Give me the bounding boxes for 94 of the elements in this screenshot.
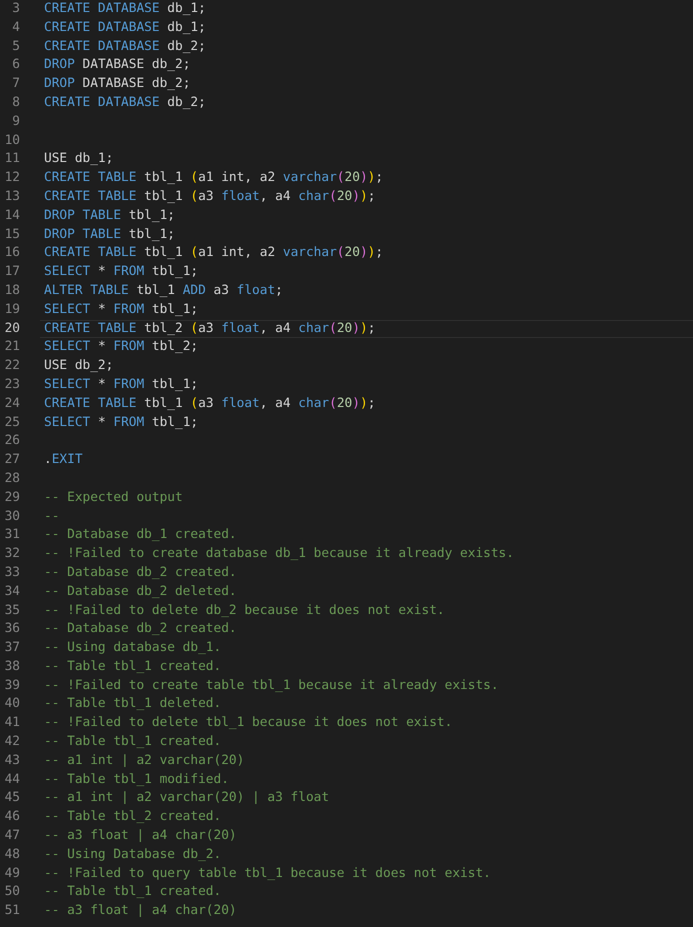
code-line: CREATE TABLE tbl_1 (a1 int, a2 varchar(20));: [43, 169, 384, 188]
code-line: -- Expected output: [43, 488, 184, 507]
code-line: -- Using database db_1.: [43, 639, 222, 658]
code-line: -- Database db_2 deleted.: [43, 582, 238, 601]
line-number: 4: [11, 18, 20, 37]
code-line: -- a3 float | a4 char(20): [43, 902, 238, 920]
code-line: CREATE DATABASE db_1;: [43, 0, 207, 18]
line-number: 9: [11, 112, 20, 131]
line-number: 10: [4, 132, 20, 150]
line-number: 7: [11, 75, 20, 94]
code-line: CREATE DATABASE db_2;: [43, 38, 207, 56]
line-number: 8: [11, 94, 20, 112]
code-line: -- !Failed to query table tbl_1 because it does not exist.: [43, 864, 492, 883]
code-line: USE db_1;: [43, 150, 114, 168]
line-number: 30: [4, 508, 20, 526]
line-number: 26: [4, 432, 20, 450]
line-number: 6: [11, 56, 20, 74]
code-line: SELECT * FROM tbl_1;: [43, 414, 200, 432]
code-line: -- a3 float | a4 char(20): [43, 827, 238, 846]
line-number: 47: [4, 827, 20, 846]
line-number: 20: [4, 320, 20, 338]
code-line: CREATE TABLE tbl_1 (a3 float, a4 char(20));: [43, 394, 376, 413]
line-number: 15: [4, 226, 20, 244]
code-line: -- Database db_2 created.: [43, 620, 238, 638]
code-line: DROP TABLE tbl_1;: [43, 206, 176, 225]
line-number: 25: [4, 414, 20, 432]
line-number: 24: [4, 394, 20, 413]
line-number: 19: [4, 300, 20, 319]
code-line: CREATE TABLE tbl_1 (a3 float, a4 char(20));: [43, 188, 376, 206]
line-number: 39: [4, 676, 20, 695]
code-line: SELECT * FROM tbl_2;: [43, 338, 200, 356]
line-number: 28: [4, 470, 20, 488]
line-number: 33: [4, 564, 20, 582]
line-number: 31: [4, 526, 20, 544]
line-number: 5: [11, 38, 20, 56]
line-number: 14: [4, 206, 20, 225]
code-line: SELECT * FROM tbl_1;: [43, 376, 200, 394]
code-line: SELECT * FROM tbl_1;: [43, 300, 200, 319]
line-number: 46: [4, 808, 20, 826]
line-number: 41: [4, 714, 20, 732]
line-number: 3: [11, 0, 20, 18]
line-number: 36: [4, 620, 20, 638]
code-line: DROP TABLE tbl_1;: [43, 226, 176, 244]
code-line: -- Table tbl_1 created.: [43, 733, 222, 752]
code-line: CREATE TABLE tbl_2 (a3 float, a4 char(20));: [40, 320, 693, 338]
code-line: -- !Failed to create database db_1 because it already exists.: [43, 545, 515, 564]
line-number: 42: [4, 733, 20, 752]
code-line: -- !Failed to create table tbl_1 because it already exists.: [43, 676, 500, 695]
code-line: -- Table tbl_1 created.: [43, 658, 222, 676]
code-line: .EXIT: [43, 451, 84, 470]
line-number: 29: [4, 488, 20, 507]
line-number: 43: [4, 752, 20, 770]
line-number: 35: [4, 602, 20, 620]
line-number: 48: [4, 846, 20, 864]
line-number: 45: [4, 789, 20, 808]
line-number: 37: [4, 639, 20, 658]
code-line: -- Table tbl_2 created.: [43, 808, 222, 826]
code-line: -- Database db_1 created.: [43, 526, 238, 544]
code-line: USE db_2;: [43, 357, 114, 376]
line-number: 32: [4, 545, 20, 564]
line-number: 21: [4, 338, 20, 356]
line-number: 34: [4, 582, 20, 601]
code-line: -- !Failed to delete db_2 because it does not exist.: [43, 602, 446, 620]
line-number: 40: [4, 695, 20, 714]
code-line: SELECT * FROM tbl_1;: [43, 263, 200, 282]
code-line: -- !Failed to delete tbl_1 because it does not exist.: [43, 714, 454, 732]
line-number: 50: [4, 883, 20, 902]
code-line: -- Table tbl_1 created.: [43, 883, 222, 902]
code-line: -- Using Database db_2.: [43, 846, 222, 864]
line-number: 13: [4, 188, 20, 206]
line-number: 44: [4, 770, 20, 789]
code-line: -- Table tbl_1 deleted.: [43, 695, 222, 714]
line-number: 18: [4, 282, 20, 300]
line-number: 11: [4, 150, 20, 168]
line-number: 23: [4, 376, 20, 394]
code-line: ALTER TABLE tbl_1 ADD a3 float;: [43, 282, 284, 300]
code-line: DROP DATABASE db_2;: [43, 56, 192, 74]
code-line: CREATE DATABASE db_1;: [43, 18, 207, 37]
code-line: -- a1 int | a2 varchar(20) | a3 float: [43, 789, 330, 808]
code-line: -- Database db_2 created.: [43, 564, 238, 582]
line-number: 38: [4, 658, 20, 676]
code-line: --: [43, 508, 60, 526]
code-line: -- Table tbl_1 modified.: [43, 770, 230, 789]
line-number: 16: [4, 244, 20, 262]
line-number: 12: [4, 169, 20, 188]
code-line: DROP DATABASE db_2;: [43, 75, 192, 94]
line-number: 22: [4, 357, 20, 376]
line-number: 17: [4, 263, 20, 282]
code-line: CREATE TABLE tbl_1 (a1 int, a2 varchar(20));: [43, 244, 384, 262]
line-number: 51: [4, 902, 20, 920]
line-number: 27: [4, 451, 20, 470]
code-line: -- a1 int | a2 varchar(20): [43, 752, 246, 770]
line-number: 49: [4, 864, 20, 883]
code-line: CREATE DATABASE db_2;: [43, 94, 207, 112]
